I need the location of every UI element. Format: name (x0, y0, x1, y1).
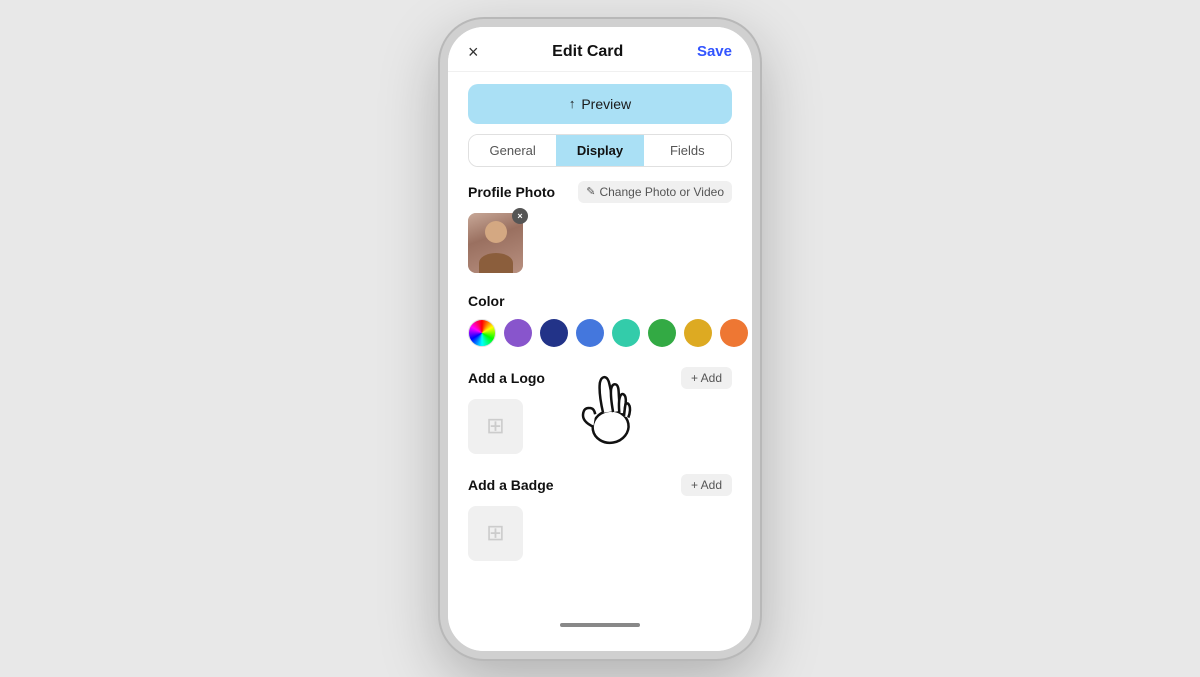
tab-fields[interactable]: Fields (644, 135, 731, 166)
tab-general[interactable]: General (469, 135, 556, 166)
phone-frame: × Edit Card Save ↑ Preview General Displ… (440, 19, 760, 659)
page-title: Edit Card (552, 43, 623, 61)
add-logo-label: + Add (691, 371, 722, 385)
preview-label: Preview (581, 96, 631, 112)
color-swatch-green[interactable] (648, 319, 676, 347)
color-swatch-orange[interactable] (720, 319, 748, 347)
add-badge-button[interactable]: + Add (681, 474, 732, 496)
close-button[interactable]: × (468, 43, 479, 61)
change-photo-label: Change Photo or Video (599, 185, 724, 199)
color-swatch-dark-blue[interactable] (540, 319, 568, 347)
save-button[interactable]: Save (697, 43, 732, 60)
preview-button[interactable]: ↑ Preview (468, 84, 732, 124)
logo-header: Add a Logo + Add (468, 367, 732, 389)
edit-icon: ✎ (586, 185, 595, 198)
preview-icon: ↑ (569, 96, 576, 111)
logo-placeholder[interactable]: ⊞ (468, 399, 523, 454)
add-badge-label: + Add (691, 478, 722, 492)
badge-placeholder[interactable]: ⊞ (468, 506, 523, 561)
badge-placeholder-icon: ⊞ (486, 520, 504, 546)
profile-photo-title: Profile Photo (468, 184, 555, 200)
home-indicator (448, 611, 752, 631)
content-area: Profile Photo ✎ Change Photo or Video × … (448, 181, 752, 611)
color-swatch-medium-blue[interactable] (576, 319, 604, 347)
color-section: Color (468, 293, 732, 347)
profile-photo-container: × (468, 213, 523, 273)
color-swatch-teal[interactable] (612, 319, 640, 347)
remove-photo-button[interactable]: × (512, 208, 528, 224)
tab-bar: General Display Fields (468, 134, 732, 167)
tab-display[interactable]: Display (556, 135, 643, 166)
home-bar (560, 623, 640, 627)
header: × Edit Card Save (448, 27, 752, 72)
color-swatch-rainbow[interactable] (468, 319, 496, 347)
change-photo-button[interactable]: ✎ Change Photo or Video (578, 181, 732, 203)
phone-screen: × Edit Card Save ↑ Preview General Displ… (448, 27, 752, 651)
color-swatches (468, 319, 732, 347)
profile-photo-header: Profile Photo ✎ Change Photo or Video (468, 181, 732, 203)
add-logo-button[interactable]: + Add (681, 367, 732, 389)
badge-header: Add a Badge + Add (468, 474, 732, 496)
color-section-title: Color (468, 293, 732, 309)
color-swatch-yellow[interactable] (684, 319, 712, 347)
logo-placeholder-icon: ⊞ (486, 413, 504, 439)
badge-title: Add a Badge (468, 477, 554, 493)
badge-section: Add a Badge + Add ⊞ (468, 474, 732, 561)
logo-section: Add a Logo + Add ⊞ (468, 367, 732, 454)
logo-title: Add a Logo (468, 370, 545, 386)
color-swatch-purple[interactable] (504, 319, 532, 347)
